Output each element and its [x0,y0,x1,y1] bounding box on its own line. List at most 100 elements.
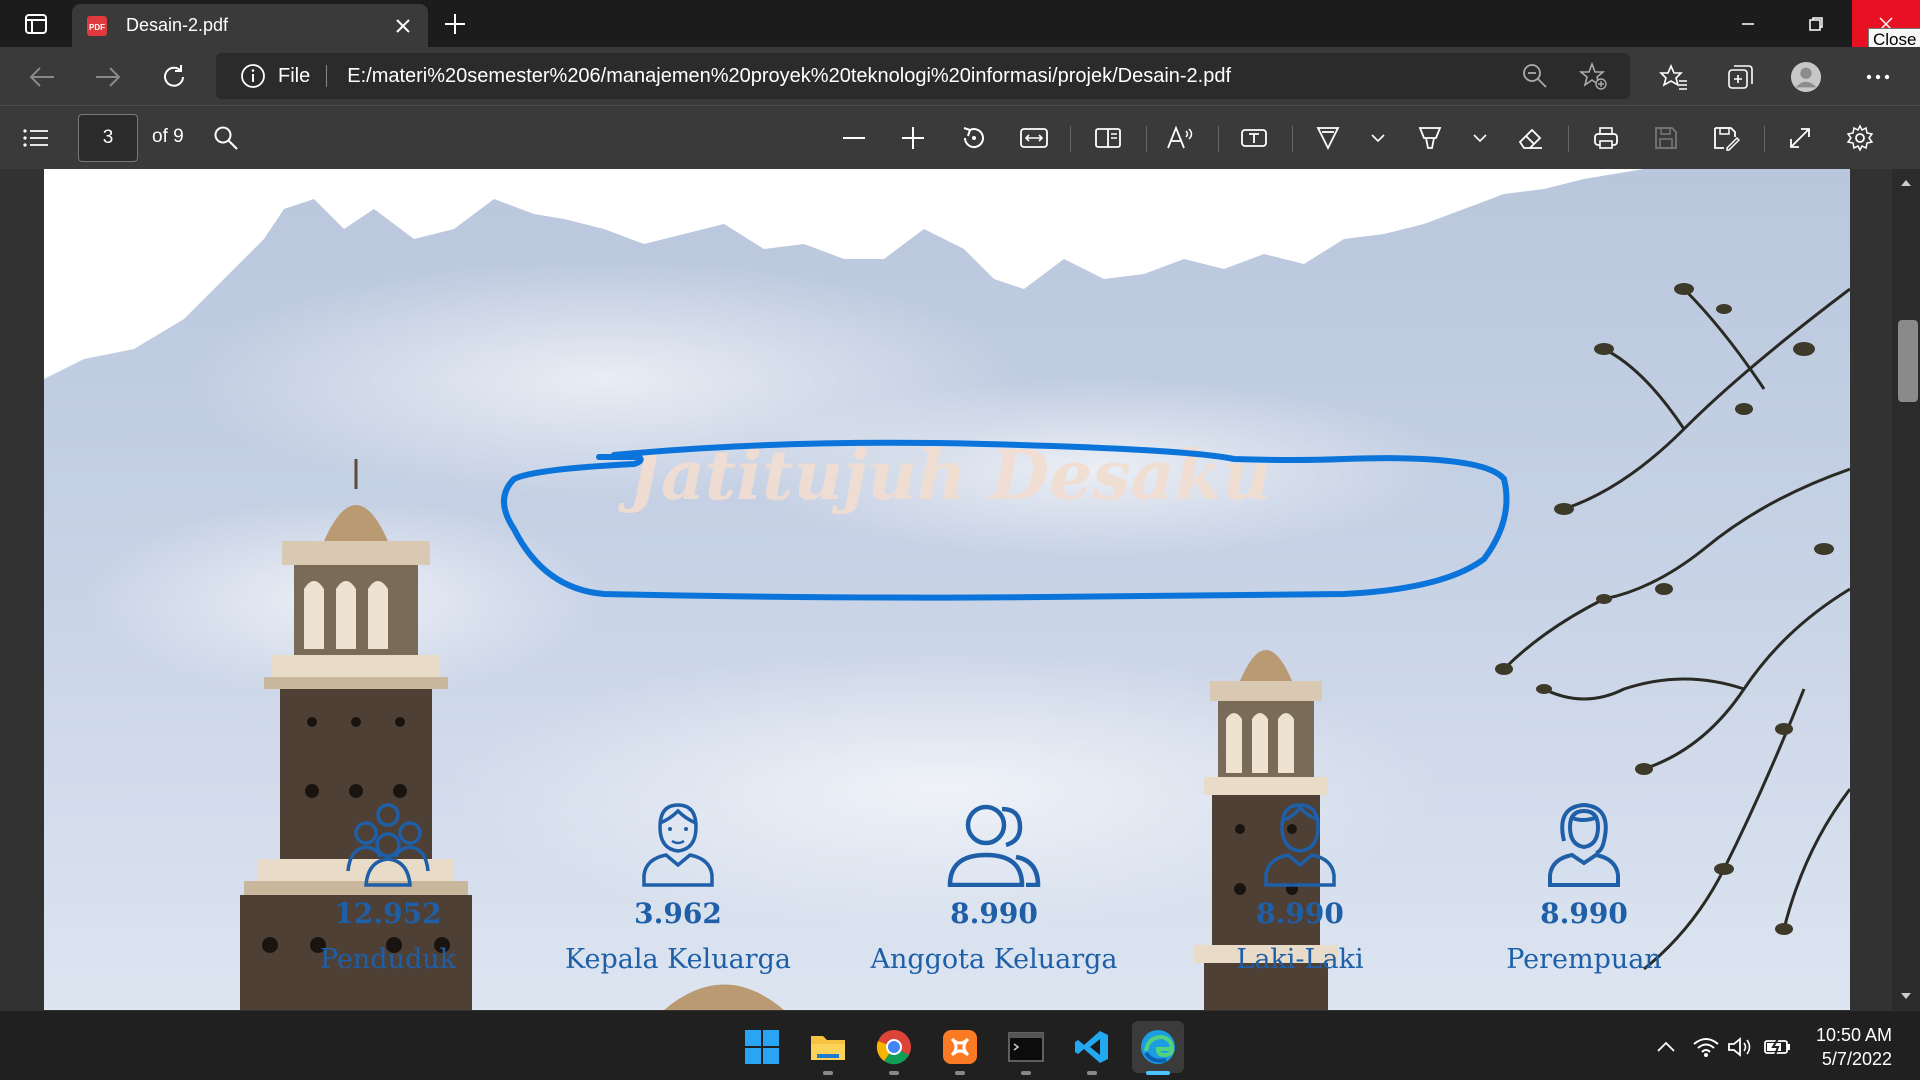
zoom-in-plus-icon[interactable] [897,122,929,154]
stat-laki-laki: 8.990 Laki-Laki [1170,801,1430,975]
stat-kepala-keluarga: 3.962 Kepala Keluarga [548,801,808,975]
save-icon[interactable] [1650,122,1682,154]
vertical-scrollbar[interactable] [1892,169,1920,1010]
wifi-icon[interactable] [1692,1033,1720,1061]
stat-value: 8.990 [950,897,1038,930]
pdf-toolbar: 3 of 9 [0,105,1920,169]
running-indicator [1087,1071,1097,1075]
add-text-icon[interactable] [1238,122,1270,154]
female-icon [1536,801,1632,887]
scroll-down-arrow-icon[interactable] [1892,986,1920,1006]
clock-time: 10:50 AM [1815,1025,1892,1045]
pdf-page: Jatitujuh Desaku 12.952 Penduduk 3.962 K… [44,169,1850,1010]
back-arrow-icon[interactable] [26,61,58,93]
file-explorer-icon[interactable] [802,1021,854,1075]
running-indicator [823,1071,833,1075]
tab-close-icon[interactable] [392,15,414,37]
battery-charging-icon[interactable] [1764,1033,1792,1061]
xampp-icon[interactable] [934,1021,986,1075]
toolbar-divider [1070,126,1071,152]
highlight-options-chevron-icon[interactable] [1464,122,1496,154]
running-indicator [955,1071,965,1075]
show-hidden-icons-chevron-icon[interactable] [1652,1033,1680,1061]
search-icon[interactable] [210,122,242,154]
address-separator [326,65,328,87]
stat-value: 12.952 [334,897,442,930]
add-favorite-icon[interactable] [1578,61,1608,91]
stat-value: 3.962 [634,897,722,930]
stat-perempuan: 8.990 Perempuan [1454,801,1714,975]
toolbar-divider [1568,126,1569,152]
stat-label: Penduduk [319,944,457,975]
zoom-out-minus-icon[interactable] [838,122,870,154]
zoom-out-icon[interactable] [1520,61,1550,91]
address-bar[interactable]: File E:/materi%20semester%206/manajemen%… [216,53,1630,99]
male-icon [1252,801,1348,887]
restore-button[interactable] [1782,0,1850,47]
scrollbar-thumb[interactable] [1898,320,1918,402]
stat-label: Anggota Keluarga [870,944,1118,975]
two-people-icon [946,801,1042,888]
more-options-icon[interactable] [1862,61,1894,93]
system-clock[interactable]: 10:50 AM 5/7/2022 [1816,1023,1892,1071]
toolbar-divider [1764,126,1765,152]
settings-gear-icon[interactable] [1844,122,1876,154]
tab-actions-icon[interactable] [12,9,60,39]
browser-tab[interactable]: PDF Desain-2.pdf [72,4,428,47]
svg-text:PDF: PDF [89,23,105,32]
fit-width-icon[interactable] [1018,122,1050,154]
toolbar-divider [1292,126,1293,152]
active-indicator [1146,1071,1170,1075]
page-number-input[interactable]: 3 [78,114,138,162]
stat-value: 8.990 [1256,897,1344,930]
scroll-up-arrow-icon[interactable] [1892,173,1920,193]
favorites-icon[interactable] [1658,61,1690,93]
navigation-bar: File E:/materi%20semester%206/manajemen%… [0,47,1920,105]
clock-date: 5/7/2022 [1821,1049,1892,1069]
terminal-icon[interactable] [1000,1021,1052,1075]
vscode-icon[interactable] [1066,1021,1118,1075]
chrome-icon[interactable] [868,1021,920,1075]
pdf-file-icon: PDF [86,15,108,37]
fullscreen-icon[interactable] [1784,122,1816,154]
toolbar-divider [1218,126,1219,152]
rotate-icon[interactable] [958,122,990,154]
eraser-icon[interactable] [1514,122,1546,154]
edge-icon[interactable] [1132,1021,1184,1075]
stat-label: Perempuan [1506,944,1662,975]
running-indicator [889,1071,899,1075]
draw-icon[interactable] [1312,122,1344,154]
stat-label: Kepala Keluarga [565,944,791,975]
browser-title-bar: PDF Desain-2.pdf Close [0,0,1920,52]
stat-penduduk: 12.952 Penduduk [258,801,518,975]
save-as-icon[interactable] [1710,122,1742,154]
address-scheme-label: File [278,64,311,87]
people-group-icon [340,801,436,887]
pdf-viewer: Jatitujuh Desaku 12.952 Penduduk 3.962 K… [0,169,1920,1010]
read-aloud-icon[interactable] [1164,122,1196,154]
page-view-icon[interactable] [1092,122,1124,154]
draw-options-chevron-icon[interactable] [1362,122,1394,154]
info-icon[interactable] [240,63,266,89]
collections-icon[interactable] [1724,61,1756,93]
stat-label: Laki-Laki [1236,944,1364,975]
highlight-icon[interactable] [1414,122,1446,154]
new-tab-button[interactable] [440,10,470,38]
volume-icon[interactable] [1726,1033,1754,1061]
windows-start-icon[interactable] [736,1021,788,1073]
print-icon[interactable] [1590,122,1622,154]
stat-value: 8.990 [1540,897,1628,930]
profile-avatar-icon[interactable] [1790,61,1822,93]
running-indicator [1021,1071,1031,1075]
address-url[interactable]: E:/materi%20semester%206/manajemen%20pro… [347,65,1520,88]
refresh-icon[interactable] [158,61,190,93]
man-icon [630,801,726,887]
minimize-button[interactable] [1714,0,1782,47]
toolbar-divider [1146,126,1147,152]
forward-arrow-icon[interactable] [92,61,124,93]
page-count-label: of 9 [152,126,184,147]
tab-title: Desain-2.pdf [126,15,229,35]
stat-anggota-keluarga: 8.990 Anggota Keluarga [864,801,1124,975]
windows-taskbar: 10:50 AM 5/7/2022 [0,1010,1920,1080]
table-of-contents-icon[interactable] [20,122,52,154]
